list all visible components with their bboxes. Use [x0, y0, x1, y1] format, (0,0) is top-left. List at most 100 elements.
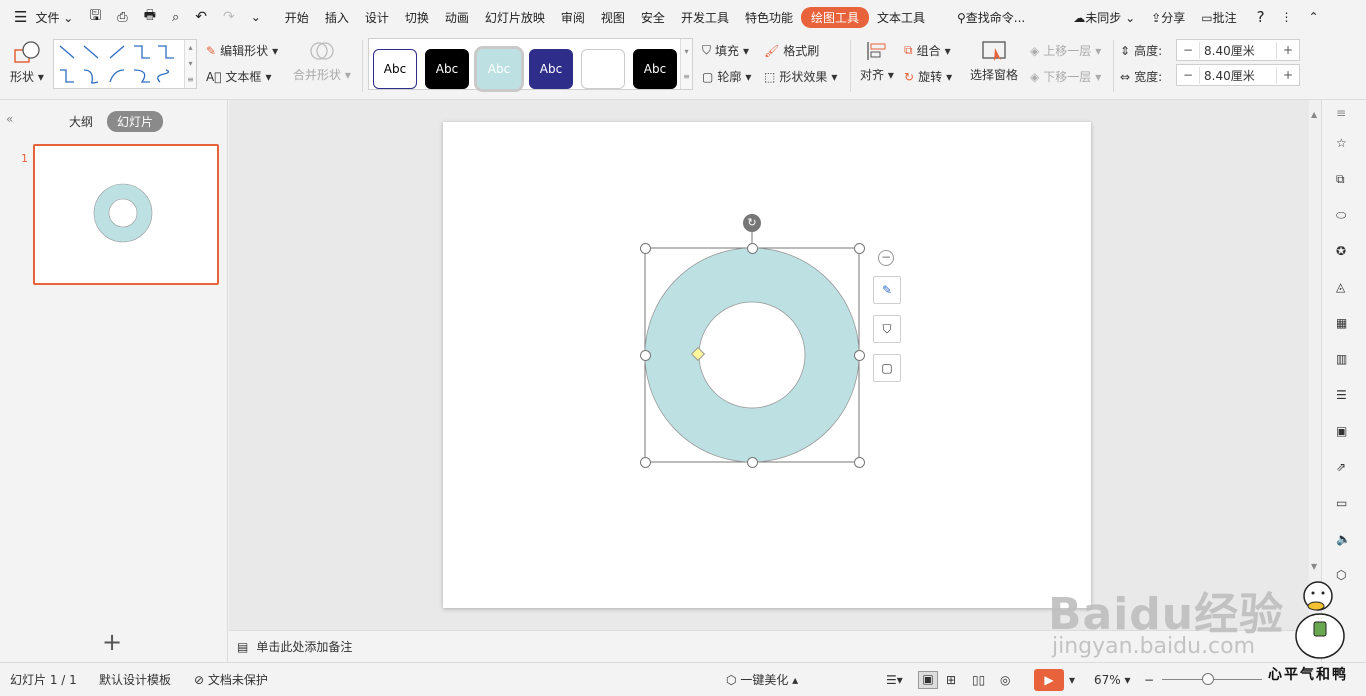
tab-transition[interactable]: 切换: [397, 9, 437, 26]
height-increase-button[interactable]: +: [1277, 43, 1299, 57]
quick-style-button[interactable]: ✎: [873, 276, 901, 304]
find-icon[interactable]: ⌕: [164, 10, 187, 25]
resize-handle-n[interactable]: [747, 243, 758, 254]
more-icon[interactable]: ⋮: [1273, 10, 1301, 24]
image-icon[interactable]: ▣: [1336, 424, 1354, 442]
tab-insert[interactable]: 插入: [317, 9, 357, 26]
tab-review[interactable]: 审阅: [553, 9, 593, 26]
collapse-ribbon-icon[interactable]: ⌃: [1301, 10, 1327, 24]
quick-fill-button[interactable]: ⛉: [873, 315, 901, 343]
tab-animation[interactable]: 动画: [437, 9, 477, 26]
speaker-icon[interactable]: 🔈: [1336, 532, 1354, 550]
group-button[interactable]: ⧉ 组合 ▾: [904, 42, 951, 59]
tab-text-tools[interactable]: 文本工具: [869, 9, 933, 26]
presenter-view-icon[interactable]: ◎: [1000, 673, 1010, 687]
tab-security[interactable]: 安全: [633, 9, 673, 26]
vertical-scrollbar[interactable]: ▲ ▼: [1309, 100, 1321, 630]
sorter-view-icon[interactable]: ⊞: [946, 673, 956, 687]
help-icon[interactable]: ?: [1249, 8, 1273, 26]
resize-handle-s[interactable]: [747, 457, 758, 468]
template-name[interactable]: 默认设计模板: [99, 671, 171, 688]
copy-icon[interactable]: ⧉: [1336, 172, 1354, 190]
export-icon[interactable]: ⇗: [1336, 460, 1354, 478]
tab-design[interactable]: 设计: [357, 9, 397, 26]
comment-button[interactable]: ▭批注: [1193, 9, 1244, 26]
format-brush-button[interactable]: 🖌 格式刷: [764, 42, 819, 59]
selection-pane-button[interactable]: 选择窗格: [970, 40, 1018, 83]
donut-shape[interactable]: [443, 122, 1091, 608]
slide[interactable]: ↻ − ✎ ⛉ ▢: [443, 122, 1091, 608]
height-stepper[interactable]: − 8.40厘米 +: [1176, 39, 1300, 61]
align-button[interactable]: 对齐 ▾: [860, 40, 894, 83]
send-backward-button[interactable]: ◈ 下移一层 ▾: [1030, 68, 1101, 85]
add-slide-button[interactable]: +: [102, 628, 122, 656]
zoom-slider[interactable]: [1162, 673, 1262, 685]
zoom-level[interactable]: 67% ▾: [1094, 673, 1131, 687]
print-preview-icon[interactable]: ⎙: [109, 10, 135, 25]
rotate-handle-icon[interactable]: ↻: [743, 214, 761, 232]
tab-drawing-tools[interactable]: 绘图工具: [800, 6, 869, 28]
tab-developer[interactable]: 开发工具: [673, 9, 737, 26]
customize-toolbar-icon[interactable]: ⌄: [243, 10, 269, 24]
beautify-button[interactable]: ⬡ 一键美化 ▴: [726, 671, 798, 688]
resize-handle-w[interactable]: [640, 350, 651, 361]
style-gallery-more[interactable]: ▾ ≡: [680, 39, 692, 89]
star-icon[interactable]: ☆: [1336, 136, 1354, 154]
layers-icon[interactable]: ◬: [1336, 280, 1354, 298]
tab-slideshow[interactable]: 幻灯片放映: [477, 9, 553, 26]
fill-button[interactable]: ⛉ 填充 ▾: [702, 42, 749, 59]
style-gallery[interactable]: Abc Abc Abc Abc Abc ▾ ≡: [368, 38, 693, 92]
play-button[interactable]: ▶: [1034, 668, 1064, 691]
resize-handle-sw[interactable]: [640, 457, 651, 468]
settings-sliders-icon[interactable]: ☰: [1336, 388, 1354, 406]
protect-status[interactable]: ⊘ 文档未保护: [194, 671, 268, 688]
tab-features[interactable]: 特色功能: [737, 9, 801, 26]
style-preset-6[interactable]: Abc: [633, 49, 677, 89]
style-preset-4[interactable]: Abc: [529, 49, 573, 89]
width-stepper[interactable]: − 8.40厘米 +: [1176, 64, 1300, 86]
shape-effect-button[interactable]: ⬚ 形状效果 ▾: [764, 68, 837, 85]
style-preset-1[interactable]: Abc: [373, 49, 417, 89]
rotate-button[interactable]: ↻ 旋转 ▾: [904, 68, 952, 85]
resize-handle-nw[interactable]: [640, 243, 651, 254]
tab-home[interactable]: 开始: [277, 9, 317, 26]
tab-view[interactable]: 视图: [593, 9, 633, 26]
collapse-panel-icon[interactable]: «: [6, 112, 13, 126]
resize-handle-e[interactable]: [854, 350, 865, 361]
quick-outline-button[interactable]: ▢: [873, 354, 901, 382]
search-command[interactable]: ⚲查找命令...: [949, 9, 1033, 26]
style-preset-3[interactable]: Abc: [474, 46, 524, 92]
height-input[interactable]: 8.40厘米: [1199, 41, 1277, 59]
notes-placeholder[interactable]: 单击此处添加备注: [256, 638, 352, 655]
style-preset-5[interactable]: [581, 49, 625, 89]
width-input[interactable]: 8.40厘米: [1199, 66, 1277, 84]
scroll-up-arrow[interactable]: ▲: [1311, 110, 1317, 119]
reading-view-icon[interactable]: ▯▯: [972, 673, 985, 687]
width-increase-button[interactable]: +: [1277, 68, 1299, 82]
style-preset-2[interactable]: Abc: [425, 49, 469, 89]
share-button[interactable]: ⇪分享: [1143, 9, 1193, 26]
sync-status[interactable]: ☁未同步 ⌄: [1065, 9, 1143, 26]
shape-button[interactable]: 形状 ▾: [10, 40, 44, 85]
bring-forward-button[interactable]: ◈ 上移一层 ▾: [1030, 42, 1101, 59]
scroll-down-arrow[interactable]: ▼: [1311, 562, 1317, 571]
shapes-icon[interactable]: ⬭: [1336, 208, 1354, 226]
hamburger-menu-icon[interactable]: ☰: [0, 8, 35, 26]
tab-outline[interactable]: 大纲: [69, 113, 93, 130]
save-icon[interactable]: 🖫: [81, 5, 109, 29]
slide-thumbnail[interactable]: [33, 144, 219, 285]
gallery-scroll[interactable]: ▴ ▾ ≡: [184, 40, 196, 88]
chart-icon[interactable]: ▥: [1336, 352, 1354, 370]
resize-handle-se[interactable]: [854, 457, 865, 468]
play-options-icon[interactable]: ▾: [1069, 673, 1075, 687]
tab-slides[interactable]: 幻灯片: [107, 111, 164, 132]
normal-view-icon[interactable]: ▣: [918, 670, 938, 689]
edit-shape-button[interactable]: ✎ 编辑形状 ▾: [206, 42, 278, 59]
archive-icon[interactable]: ▭: [1336, 496, 1354, 514]
width-decrease-button[interactable]: −: [1177, 68, 1199, 82]
zoom-out-button[interactable]: −: [1144, 673, 1154, 687]
textbox-button[interactable]: A⃞ 文本框 ▾: [206, 68, 271, 85]
height-decrease-button[interactable]: −: [1177, 43, 1199, 57]
resize-handle-ne[interactable]: [854, 243, 865, 254]
zoom-slider-thumb[interactable]: [1202, 673, 1214, 685]
